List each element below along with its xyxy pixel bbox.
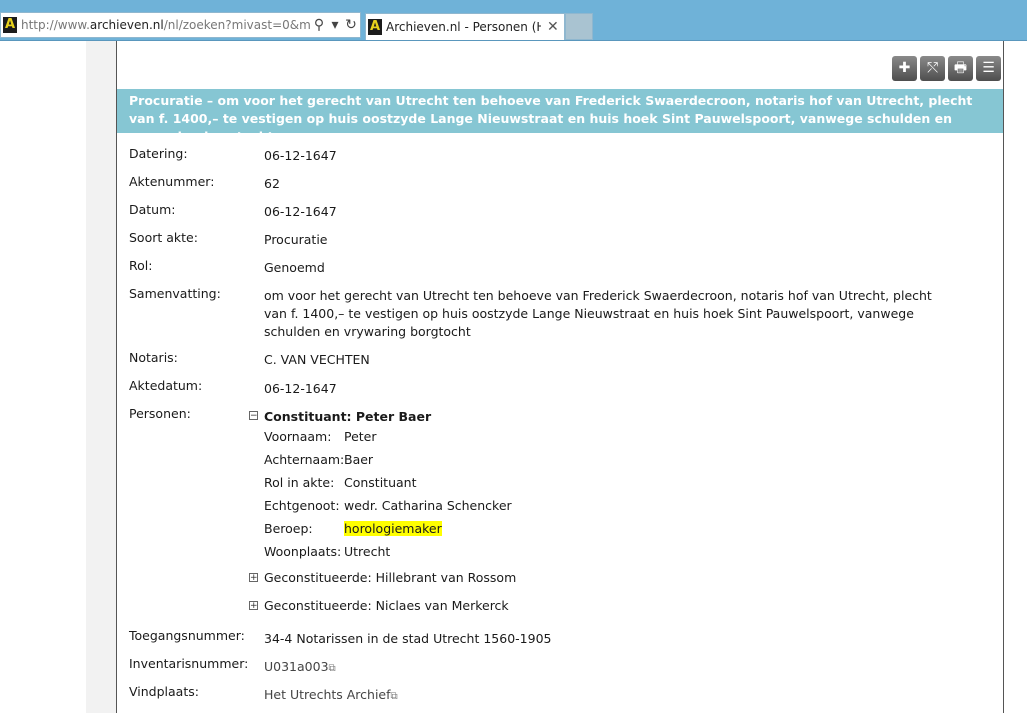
datering-label: Datering: xyxy=(129,146,188,161)
aktenummer-label: Aktenummer: xyxy=(129,174,215,189)
rol-label: Rol: xyxy=(129,258,153,273)
datum-value: 06-12-1647 xyxy=(264,204,337,219)
panel-border-right xyxy=(1003,41,1004,713)
new-tab-button[interactable] xyxy=(565,13,593,40)
search-icon[interactable]: ⚲ xyxy=(311,17,327,33)
dropdown-icon[interactable]: ▾ xyxy=(327,17,343,33)
collapsed-person-1[interactable]: Geconstitueerde: Hillebrant van Rossom xyxy=(264,570,516,585)
bookmark-button[interactable]: ✚ xyxy=(892,56,917,81)
rol-in-akte-label: Rol in akte: xyxy=(264,475,335,490)
samenvatting-label: Samenvatting: xyxy=(129,286,221,301)
external-link-icon[interactable]: ⧉ xyxy=(391,691,398,702)
voornaam-value: Peter xyxy=(344,429,377,444)
site-favicon-icon: A xyxy=(3,17,17,33)
left-gutter xyxy=(86,41,116,713)
notaris-value: C. VAN VECHTEN xyxy=(264,352,370,367)
vindplaats-label: Vindplaats: xyxy=(129,684,199,699)
vindplaats-row: Het Utrechts Archief⧉ xyxy=(264,686,964,706)
rol-in-akte-value: Constituant xyxy=(344,475,417,490)
beroep-label: Beroep: xyxy=(264,521,313,536)
echtgenoot-label: Echtgenoot: xyxy=(264,498,340,513)
tab-close-icon[interactable]: ✕ xyxy=(547,19,559,35)
refresh-icon[interactable]: ↻ xyxy=(343,17,359,33)
datering-value: 06-12-1647 xyxy=(264,148,337,163)
achternaam-label: Achternaam: xyxy=(264,452,345,467)
inventarisnummer-link[interactable]: U031a003 xyxy=(264,659,329,674)
share-button[interactable]: ⤲ xyxy=(920,56,945,81)
beroep-value: horologiemaker xyxy=(344,521,442,536)
external-link-icon[interactable]: ⧉ xyxy=(329,663,336,674)
expand-person-icon[interactable]: + xyxy=(249,601,258,611)
toegangsnummer-value: 34-4 Notarissen in de stad Utrecht 1560-… xyxy=(264,631,552,646)
soort-akte-label: Soort akte: xyxy=(129,230,198,245)
url-text[interactable]: http://www.archieven.nl/nl/zoeken?mivast… xyxy=(21,18,311,32)
browser-chrome: A http://www.archieven.nl/nl/zoeken?miva… xyxy=(0,0,1027,41)
voornaam-label: Voornaam: xyxy=(264,429,332,444)
woonplaats-label: Woonplaats: xyxy=(264,544,342,559)
soort-akte-value: Procuratie xyxy=(264,232,328,247)
menu-button[interactable]: ☰ xyxy=(976,56,1001,81)
inventarisnummer-row: U031a003⧉ xyxy=(264,658,964,678)
print-button[interactable]: 🖶 xyxy=(948,56,973,81)
address-bar[interactable]: A http://www.archieven.nl/nl/zoeken?miva… xyxy=(0,12,361,38)
aktedatum-value: 06-12-1647 xyxy=(264,381,337,396)
expand-person-icon[interactable]: + xyxy=(249,573,258,583)
panel-border-left xyxy=(116,41,117,713)
woonplaats-value: Utrecht xyxy=(344,544,391,559)
inventarisnummer-label: Inventarisnummer: xyxy=(129,656,249,671)
aktenummer-value: 62 xyxy=(264,176,280,191)
samenvatting-value: om voor het gerecht van Utrecht ten beho… xyxy=(264,288,932,339)
browser-tab[interactable]: A Archieven.nl - Personen (H... ✕ xyxy=(365,13,565,40)
datum-label: Datum: xyxy=(129,202,176,217)
vindplaats-link[interactable]: Het Utrechts Archief xyxy=(264,687,391,702)
tab-title: Archieven.nl - Personen (H... xyxy=(386,20,541,34)
achternaam-value: Baer xyxy=(344,452,374,467)
personen-label: Personen: xyxy=(129,406,191,421)
rol-value: Genoemd xyxy=(264,260,325,275)
record-toolbar: ✚ ⤲ 🖶 ☰ xyxy=(892,56,1001,82)
aktedatum-label: Aktedatum: xyxy=(129,378,203,393)
record-title-banner: Procuratie – om voor het gerecht van Utr… xyxy=(117,89,1003,144)
person-heading: Constituant: Peter Baer xyxy=(264,409,432,424)
notaris-label: Notaris: xyxy=(129,350,178,365)
toegangsnummer-label: Toegangsnummer: xyxy=(129,628,245,643)
collapsed-person-2[interactable]: Geconstitueerde: Niclaes van Merkerck xyxy=(264,598,509,613)
tab-favicon-icon: A xyxy=(368,19,382,35)
collapse-person-icon[interactable]: − xyxy=(249,411,258,421)
echtgenoot-value: wedr. Catharina Schencker xyxy=(344,498,512,513)
